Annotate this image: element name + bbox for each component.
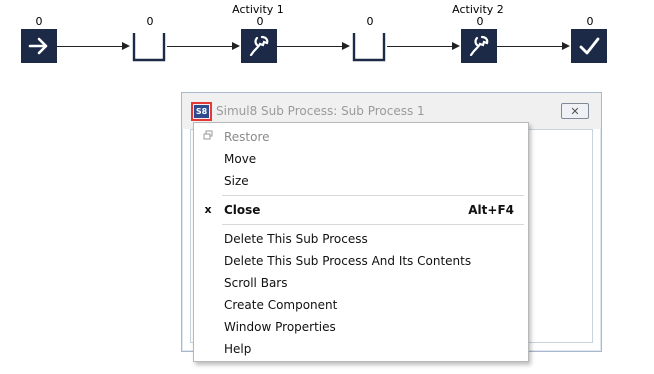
restore-icon [201,126,215,148]
arrow-right-icon [28,37,48,55]
menu-item-label: Create Component [224,298,338,312]
connector-arrowhead [232,42,240,50]
menu-item-help[interactable]: Help [194,338,528,360]
menu-item-size[interactable]: Size [194,170,528,192]
menu-item-restore[interactable]: Restore [194,126,528,148]
count-queue-1: 0 [146,15,154,28]
menu-item-label: Close [224,203,261,217]
queue-2-node[interactable] [351,29,387,63]
checkmark-icon [579,37,600,55]
connector-arrowhead [562,42,570,50]
exit-point-node[interactable] [571,29,607,63]
menu-item-delete-sub-process-and-contents[interactable]: Delete This Sub Process And Its Contents [194,250,528,272]
menu-item-delete-sub-process[interactable]: Delete This Sub Process [194,228,528,250]
menu-separator [222,195,524,196]
connector-arrowhead [452,42,460,50]
menu-item-shortcut: Alt+F4 [468,203,514,217]
window-title: Simul8 Sub Process: Sub Process 1 [216,104,425,118]
menu-item-label: Scroll Bars [224,276,288,290]
menu-item-window-properties[interactable]: Window Properties [194,316,528,338]
menu-item-label: Delete This Sub Process [224,232,368,246]
simul8-app-icon[interactable]: S8 [191,102,212,121]
connector-line [497,46,563,47]
menu-item-label: Move [224,152,257,166]
window-close-button[interactable]: ✕ [561,103,589,119]
connector-line [57,46,123,47]
queue-1-node[interactable] [131,29,167,63]
menu-item-scroll-bars[interactable]: Scroll Bars [194,272,528,294]
connector-line [387,46,453,47]
connector-line [277,46,343,47]
menu-separator [222,224,524,225]
menu-item-close[interactable]: x Close Alt+F4 [194,199,528,221]
menu-item-label: Size [224,174,249,188]
activity-1-node[interactable] [241,29,277,63]
menu-item-move[interactable]: Move [194,148,528,170]
menu-item-create-component[interactable]: Create Component [194,294,528,316]
activity-1-label: Activity 1 [232,3,284,16]
connector-arrowhead [122,42,130,50]
menu-item-label: Help [224,342,252,356]
connector-line [167,46,233,47]
queue-icon [132,33,166,62]
close-icon: ✕ [570,104,580,118]
connector-arrowhead [342,42,350,50]
menu-item-label: Restore [224,130,270,144]
menu-item-label: Delete This Sub Process And Its Contents [224,254,472,268]
count-activity-2: 0 [476,15,484,28]
activity-2-node[interactable] [461,29,497,63]
wrench-icon [469,35,489,57]
system-context-menu: Restore Move Size x Close Alt+F4 Delete … [193,122,529,362]
activity-2-label: Activity 2 [452,3,504,16]
wrench-icon [249,35,269,57]
count-queue-2: 0 [366,15,374,28]
count-activity-1: 0 [256,15,264,28]
close-x-icon: x [204,203,212,216]
count-exit: 0 [586,15,594,28]
entry-point-node[interactable] [21,29,57,63]
menu-item-label: Window Properties [224,320,336,334]
count-entry: 0 [35,15,43,28]
queue-icon [352,33,386,62]
